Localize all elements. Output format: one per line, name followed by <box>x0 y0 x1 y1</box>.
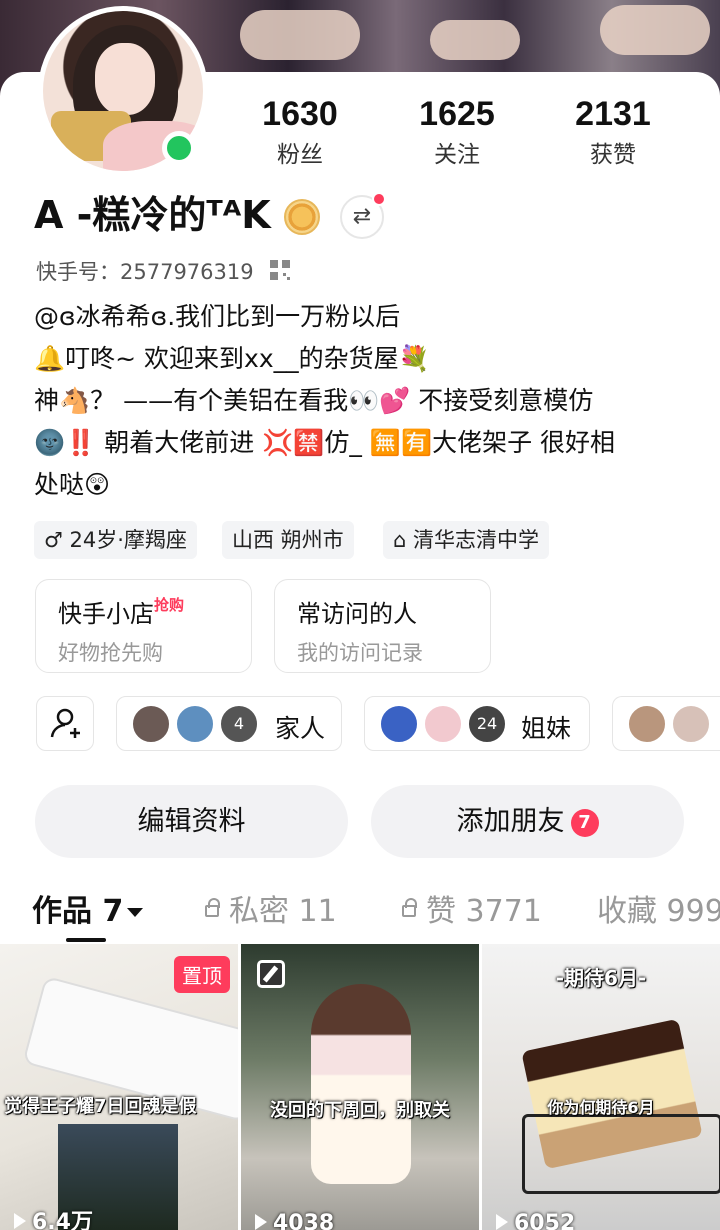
stat-following[interactable]: 1625 关注 <box>387 95 527 169</box>
tab-private[interactable]: 私密 11 <box>205 886 337 930</box>
qr-code-icon[interactable] <box>270 260 290 280</box>
video-title: -期待6月- <box>555 966 647 990</box>
video-thumbnail[interactable]: 没回的下周回，别取关 4038 <box>241 944 479 1230</box>
draft-edit-icon <box>257 960 285 988</box>
play-count-value: 6052 <box>514 1211 576 1230</box>
stat-followers-label: 粉丝 <box>277 142 323 168</box>
caret-down-icon <box>127 908 144 917</box>
tag-school-label: 清华志清中学 <box>413 528 540 552</box>
online-status-dot <box>162 131 196 165</box>
stat-likes[interactable]: 2131 获赞 <box>543 95 683 169</box>
member-avatar <box>671 704 711 744</box>
cover-detail <box>240 10 360 60</box>
video-thumbnail[interactable]: -期待6月- 你为何期待6月 6052 <box>482 944 720 1230</box>
group-chip-sisters[interactable]: 24 姐妹 <box>364 696 590 751</box>
video-caption: 没回的下周回，别取关 <box>270 1100 450 1121</box>
member-avatar <box>423 704 463 744</box>
card-shop-hot-label: 抢购 <box>154 596 185 614</box>
kuaishou-id: 快手号：2577976319 <box>36 260 254 284</box>
card-shop-title: 快手小店 <box>58 600 154 628</box>
lock-icon <box>205 897 220 917</box>
card-shop-subtitle: 好物抢先购 <box>58 641 163 665</box>
bio-line: 神🐴？ ——有个美铝在看我👀💕 不接受刻意模仿 <box>34 386 594 415</box>
tab-private-label: 私密 11 <box>229 894 337 929</box>
play-count: 6052 <box>496 1211 575 1230</box>
video-caption: 觉得王子耀7日回魂是假 <box>4 1096 197 1117</box>
avatar-face <box>95 43 155 115</box>
card-visitors-title: 常访问的人 <box>297 600 417 628</box>
group-chip-family[interactable]: 4 家人 <box>116 696 342 751</box>
tag-location[interactable]: 山西 朔州市 <box>222 521 354 559</box>
stat-following-label: 关注 <box>434 142 480 168</box>
edit-profile-button[interactable]: 编辑资料 <box>35 785 348 858</box>
tab-works-label: 作品 7 <box>32 894 124 929</box>
member-avatar <box>627 704 667 744</box>
member-avatar <box>175 704 215 744</box>
add-friend-count-badge: 7 <box>570 808 599 837</box>
school-cap-icon: ⌂ <box>393 528 414 552</box>
tab-works[interactable]: 作品 7 <box>32 886 144 930</box>
play-count: 4038 <box>255 1211 334 1230</box>
lock-icon <box>402 897 417 917</box>
play-icon <box>14 1213 26 1229</box>
cover-detail <box>600 5 710 55</box>
medal-badge-icon[interactable] <box>284 199 320 235</box>
swap-arrows-icon: ⇄ <box>352 204 372 229</box>
profile-name: A -糕冷的ᵀᴬK <box>34 193 271 237</box>
pinned-badge: 置顶 <box>174 956 230 993</box>
stat-followers-count: 1630 <box>262 95 338 133</box>
tab-liked-label: 赞 3771 <box>426 894 542 929</box>
play-count-value: 4038 <box>273 1211 335 1230</box>
member-avatar <box>379 704 419 744</box>
play-count: 6.4万 <box>14 1204 93 1230</box>
add-friend-label: 添加朋友 <box>456 806 565 837</box>
tag-age-zodiac[interactable]: ♂ 24岁·摩羯座 <box>34 521 197 559</box>
tab-favorites[interactable]: 收藏 999 <box>597 886 720 930</box>
tab-favorites-label: 收藏 999 <box>597 894 720 929</box>
stat-following-count: 1625 <box>419 95 495 133</box>
play-count-value: 6.4万 <box>32 1210 93 1230</box>
group-label-sisters: 姐妹 <box>521 714 572 743</box>
play-icon <box>255 1214 267 1230</box>
video-caption: 你为何期待6月 <box>547 1098 655 1117</box>
stat-followers[interactable]: 1630 粉丝 <box>230 95 370 169</box>
bio-line: @ɞ冰希希ɞ.我们比到一万粉以后 <box>34 302 401 331</box>
card-visitors-subtitle: 我的访问记录 <box>297 641 423 665</box>
tab-liked[interactable]: 赞 3771 <box>402 886 542 930</box>
card-frequent-visitors[interactable]: 常访问的人 我的访问记录 <box>274 579 491 673</box>
stat-likes-count: 2131 <box>575 95 651 133</box>
cover-detail <box>430 20 520 60</box>
group-chip-more[interactable] <box>612 696 720 751</box>
add-friend-button[interactable]: 添加朋友 7 <box>371 785 684 858</box>
bio-line: 处哒😲 <box>34 470 111 499</box>
card-kuaishou-shop[interactable]: 快手小店抢购 好物抢先购 <box>35 579 252 673</box>
bio-line: 🔔叮咚~ 欢迎来到xx__的杂货屋💐 <box>34 344 430 373</box>
member-count-avatar: 24 <box>467 704 507 744</box>
member-avatar <box>131 704 171 744</box>
video-thumbnail[interactable]: 置顶 觉得王子耀7日回魂是假 6.4万 <box>0 944 238 1230</box>
thumb-figure <box>311 984 411 1184</box>
bio-line: 🌚‼️ 朝着大佬前进 💢🈲仿_ 🈚🈶大佬架子 很好相 <box>34 428 616 457</box>
member-count-avatar: 4 <box>219 704 259 744</box>
notification-dot <box>372 192 386 206</box>
group-label-family: 家人 <box>275 714 326 743</box>
stat-likes-label: 获赞 <box>590 142 636 168</box>
add-friend-icon[interactable] <box>36 696 94 751</box>
play-icon <box>496 1214 508 1230</box>
thumb-rack <box>522 1114 720 1194</box>
tab-active-indicator <box>66 938 106 942</box>
tag-school[interactable]: ⌂ 清华志清中学 <box>383 521 550 559</box>
